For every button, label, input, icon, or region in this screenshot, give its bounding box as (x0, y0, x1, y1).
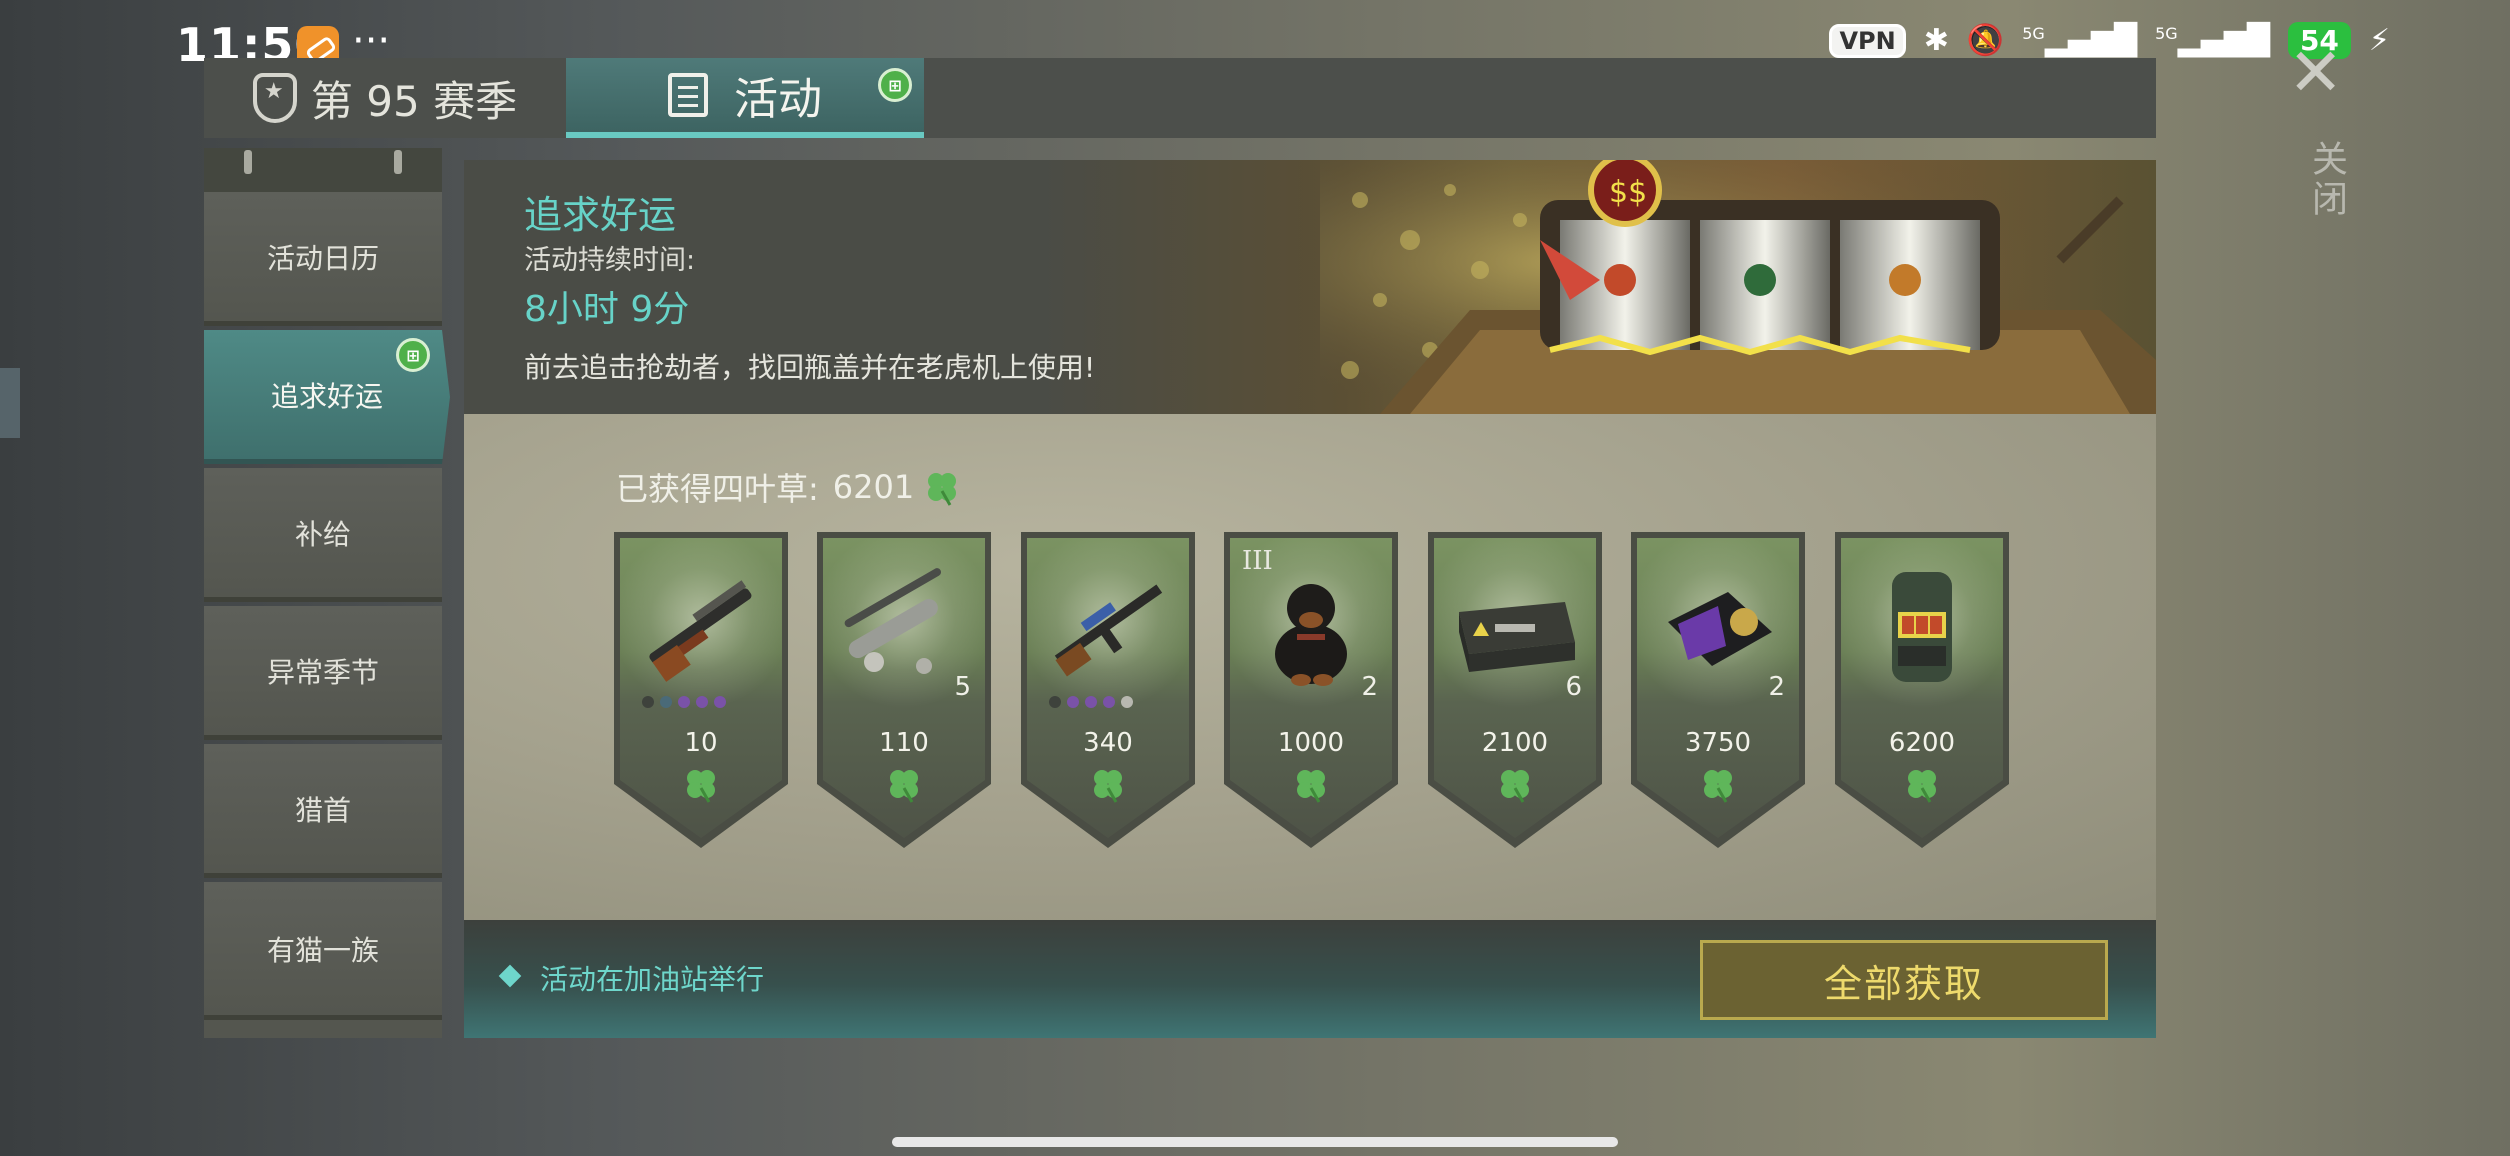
reward-card-rottweiler[interactable]: III 2 1000 (1224, 532, 1398, 848)
edge-handle (0, 368, 20, 438)
clover-icon (1902, 764, 1942, 804)
clover-balance-value: 6201 (832, 468, 915, 506)
rarity-dot (1121, 696, 1133, 708)
tab-season-label: 第 95 赛季 (310, 76, 518, 126)
rarity-dot (714, 696, 726, 708)
badge-wallet-icon (1648, 562, 1788, 692)
event-description: 前去追击抢劫者，找回瓶盖并在老虎机上使用! (524, 351, 1096, 384)
clover-icon (681, 764, 721, 804)
rarity-dots (642, 696, 726, 708)
reward-card-suppressor-parts[interactable]: 5 110 (817, 532, 991, 848)
reward-price: 1000 (1277, 728, 1345, 758)
reward-price: 10 (684, 728, 718, 758)
tab-events-label: 活动 (734, 74, 822, 125)
gift-badge-icon: ⊞ (396, 338, 430, 372)
reward-quantity: 5 (954, 672, 971, 702)
sidebar-item-partial (204, 1020, 442, 1038)
signal-icon-2: 5G▂▄▆█ (2155, 23, 2270, 58)
reward-quantity: 6 (1565, 672, 1582, 702)
close-label[interactable]: 关闭 (2300, 140, 2352, 220)
clover-icon (1291, 764, 1331, 804)
clover-balance-label: 已获得四叶草: (616, 470, 819, 508)
reward-card-shotgun[interactable]: 10 (614, 532, 788, 848)
rarity-dot (1085, 696, 1097, 708)
reward-card-rifle[interactable]: 340 (1021, 532, 1195, 848)
clover-balance: 已获得四叶草: 6201 (616, 464, 962, 510)
rarity-dot (1067, 696, 1079, 708)
season-shield-icon (252, 73, 297, 123)
mute-icon: 🔕 (1966, 23, 2005, 58)
bluetooth-icon: ✱ (1923, 23, 1949, 58)
reward-quantity: 2 (1361, 672, 1378, 702)
sidebar-item-cat-clan[interactable]: 有猫一族 (204, 882, 442, 1020)
reward-price: 3750 (1684, 728, 1752, 758)
rarity-dot (1049, 696, 1061, 708)
rarity-dot (678, 696, 690, 708)
close-icon[interactable]: ✕ (2288, 40, 2343, 106)
tab-events[interactable]: 活动 (566, 58, 924, 138)
clover-icon (1495, 764, 1535, 804)
clover-icon (884, 764, 924, 804)
charging-icon: ⚡ (2368, 23, 2390, 58)
reward-card-weapon-crate[interactable]: 6 2100 (1428, 532, 1602, 848)
tab-season[interactable]: 第 95 赛季 (204, 58, 566, 138)
reward-price: 6200 (1888, 728, 1956, 758)
sidebar-scroll-top (204, 148, 442, 192)
rottweiler-icon (1241, 562, 1381, 692)
rarity-dot (696, 696, 708, 708)
signal-icon: 5G▂▄▆█ (2022, 23, 2138, 58)
home-indicator[interactable] (892, 1137, 1618, 1147)
calendar-list-icon (668, 73, 708, 117)
rifle-icon (1038, 562, 1178, 692)
clover-icon (1698, 764, 1738, 804)
tier-label: III (1242, 546, 1273, 576)
reward-price: 110 (879, 728, 929, 758)
svg-text:$$: $$ (1609, 175, 1647, 210)
sidebar: 活动日历 追求好运 补给 异常季节 猎首 有猫一族 (204, 148, 450, 1038)
rarity-dot (642, 696, 654, 708)
reward-price: 340 (1083, 728, 1133, 758)
claim-all-button[interactable]: 全部获取 (1700, 940, 2108, 1020)
clover-icon (928, 473, 957, 506)
rarity-dot (1103, 696, 1115, 708)
slot-machine-truck-illustration: $$ (1320, 160, 2156, 414)
reward-card-badge-wallet[interactable]: 2 3750 (1631, 532, 1805, 848)
location-note: 活动在加油站举行 (540, 963, 765, 996)
reward-quantity: 2 (1768, 672, 1785, 702)
reward-price: 2100 (1481, 728, 1549, 758)
sidebar-item-supply[interactable]: 补给 (204, 468, 442, 602)
gift-badge-icon: ⊞ (878, 68, 912, 102)
rarity-dots (1049, 696, 1133, 708)
rarity-dot (660, 696, 672, 708)
vpn-icon: VPN (1829, 23, 1906, 58)
suppressor-parts-icon (834, 562, 974, 692)
slot-machine-icon (1852, 562, 1992, 692)
reward-card-slot-machine[interactable]: 6200 (1835, 532, 2009, 848)
sidebar-item-headhunt[interactable]: 猎首 (204, 744, 442, 878)
duration-value: 8小时 9分 (524, 289, 690, 330)
weapon-crate-icon (1445, 562, 1585, 692)
sidebar-item-calendar[interactable]: 活动日历 (204, 192, 442, 326)
event-title: 追求好运 (524, 193, 677, 237)
duration-label: 活动持续时间: (524, 245, 696, 276)
sidebar-item-abnormal-season[interactable]: 异常季节 (204, 606, 442, 740)
clover-icon (1088, 764, 1128, 804)
shotgun-icon (631, 562, 771, 692)
